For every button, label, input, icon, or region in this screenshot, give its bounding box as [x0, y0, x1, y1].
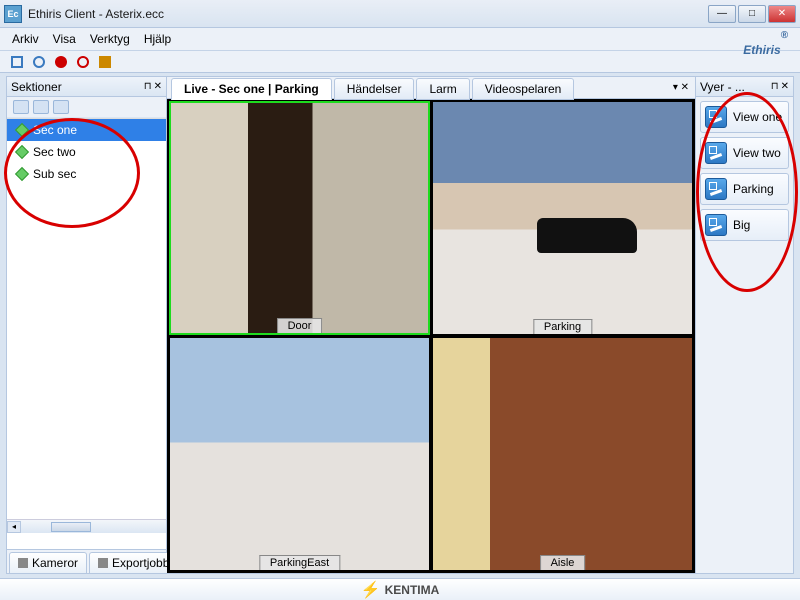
tab-label: Exportjobb [112, 556, 169, 570]
view-label: View two [733, 146, 781, 160]
tree-item-label: Sec one [33, 123, 77, 137]
refresh-icon [33, 56, 45, 68]
pin-icon[interactable]: ⊓ [144, 81, 152, 92]
menu-visa[interactable]: Visa [53, 32, 76, 46]
section-tree: Sec one Sec two Sub sec ◂ [7, 118, 166, 549]
tree-item-label: Sub sec [33, 167, 76, 181]
scroll-thumb[interactable] [51, 522, 91, 532]
main-toolbar [0, 51, 800, 73]
camera-feed [170, 338, 429, 570]
right-panel: Vyer - ... ⊓ ✕ View one View two Parking… [695, 77, 793, 573]
view-btn-view-two[interactable]: View two [700, 137, 789, 169]
tab-live[interactable]: Live - Sec one | Parking [171, 78, 332, 100]
camera-feed [171, 103, 428, 333]
view-btn-parking[interactable]: Parking [700, 173, 789, 205]
camera-tile-parkingeast[interactable]: ParkingEast [169, 337, 430, 571]
view-icon [705, 106, 727, 128]
camera-label: Parking [533, 319, 592, 334]
view-icon [11, 56, 23, 68]
view-icon [705, 178, 727, 200]
tree-item-sec-one[interactable]: Sec one [7, 119, 166, 141]
camera-label: Aisle [540, 555, 586, 570]
right-panel-title: Vyer - ... [700, 80, 745, 94]
video-grid: Door Parking ParkingEast Aisle [167, 99, 695, 573]
download-icon [99, 56, 111, 68]
horizontal-scrollbar[interactable]: ◂ [7, 519, 166, 533]
camera-tile-aisle[interactable]: Aisle [432, 337, 693, 571]
view-icon [705, 214, 727, 236]
toolbar-button-3[interactable] [52, 53, 70, 71]
pin-icon[interactable]: ⊓ [771, 81, 779, 92]
close-button[interactable]: ✕ [768, 5, 796, 23]
camera-feed [433, 338, 692, 570]
menu-arkiv[interactable]: Arkiv [12, 32, 39, 46]
menu-bar: Arkiv Visa Verktyg Hjälp [0, 28, 800, 51]
record-icon [55, 56, 67, 68]
camera-icon [18, 558, 28, 568]
kentima-logo: ⚡ KENTIMA [361, 580, 440, 600]
bullet-icon [15, 145, 29, 159]
bullet-icon [15, 123, 29, 137]
tab-dropdown-icon[interactable]: ▾ ✕ [673, 82, 689, 93]
view-list: View one View two Parking Big [696, 97, 793, 245]
brand-logo: Ethiris® [743, 30, 788, 62]
bullet-icon [15, 167, 29, 181]
tree-item-label: Sec two [33, 145, 76, 159]
tab-videospelaren[interactable]: Videospelaren [472, 78, 575, 100]
title-bar: Ec Ethiris Client - Asterix.ecc — □ ✕ [0, 0, 800, 28]
camera-label: ParkingEast [259, 555, 340, 570]
view-btn-big[interactable]: Big [700, 209, 789, 241]
left-panel-header: Sektioner ⊓ ✕ [7, 77, 166, 97]
minimize-button[interactable]: — [708, 5, 736, 23]
maximize-button[interactable]: □ [738, 5, 766, 23]
content-area: Sektioner ⊓ ✕ Sec one Sec two Sub sec [6, 76, 794, 574]
footer: ⚡ KENTIMA [0, 578, 800, 600]
left-bottom-tabs: Kameror Exportjobb [7, 549, 166, 573]
tab-kameror[interactable]: Kameror [9, 552, 87, 573]
left-panel-title: Sektioner [11, 80, 62, 94]
center-tabs: Live - Sec one | Parking Händelser Larm … [167, 77, 695, 99]
window-title: Ethiris Client - Asterix.ecc [28, 7, 164, 21]
tab-label: Kameror [32, 556, 78, 570]
toolbar-button-1[interactable] [8, 53, 26, 71]
center-panel: Live - Sec one | Parking Händelser Larm … [167, 77, 695, 573]
bolt-icon: ⚡ [361, 580, 381, 600]
menu-hjalp[interactable]: Hjälp [144, 32, 171, 46]
view-label: Parking [733, 182, 774, 196]
sub-icon-3[interactable] [53, 100, 69, 114]
left-sub-toolbar [7, 97, 166, 118]
window-controls: — □ ✕ [708, 5, 796, 23]
sub-icon-1[interactable] [13, 100, 29, 114]
view-label: Big [733, 218, 750, 232]
view-label: View one [733, 110, 782, 124]
tab-handelser[interactable]: Händelser [334, 78, 415, 100]
camera-feed [433, 102, 692, 334]
toolbar-button-2[interactable] [30, 53, 48, 71]
app-icon: Ec [4, 5, 22, 23]
camera-label: Door [277, 318, 323, 333]
tab-exportjobb[interactable]: Exportjobb [89, 552, 178, 573]
power-icon [77, 56, 89, 68]
toolbar-button-5[interactable] [96, 53, 114, 71]
camera-tile-door[interactable]: Door [169, 101, 430, 335]
sub-icon-2[interactable] [33, 100, 49, 114]
tree-item-sub-sec[interactable]: Sub sec [7, 163, 166, 185]
toolbar-button-4[interactable] [74, 53, 92, 71]
panel-close-icon[interactable]: ✕ [154, 81, 162, 92]
menu-verktyg[interactable]: Verktyg [90, 32, 130, 46]
view-btn-view-one[interactable]: View one [700, 101, 789, 133]
left-panel: Sektioner ⊓ ✕ Sec one Sec two Sub sec [7, 77, 167, 573]
tree-item-sec-two[interactable]: Sec two [7, 141, 166, 163]
panel-close-icon[interactable]: ✕ [781, 81, 789, 92]
view-icon [705, 142, 727, 164]
tab-larm[interactable]: Larm [416, 78, 469, 100]
camera-tile-parking[interactable]: Parking [432, 101, 693, 335]
right-panel-header: Vyer - ... ⊓ ✕ [696, 77, 793, 97]
export-icon [98, 558, 108, 568]
scroll-left-icon[interactable]: ◂ [7, 521, 21, 533]
